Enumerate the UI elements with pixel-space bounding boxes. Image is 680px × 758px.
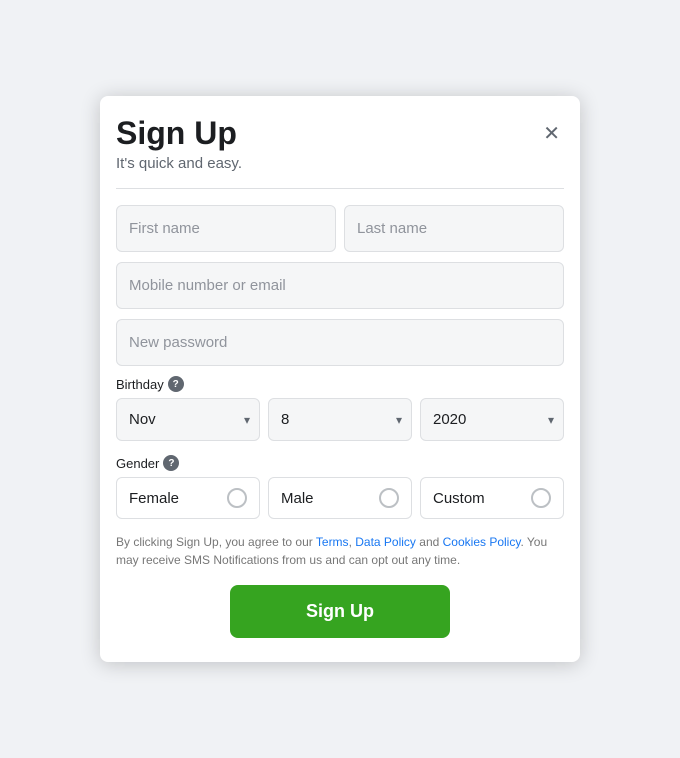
signup-button[interactable]: Sign Up [230, 585, 450, 638]
month-select[interactable]: Nov JanFebMar AprMayJun JulAugSep OctDec [116, 398, 260, 441]
close-icon: ✕ [543, 123, 560, 145]
gender-male-option[interactable]: Male [268, 477, 412, 519]
gender-help-icon[interactable]: ? [163, 455, 179, 471]
day-select[interactable]: 8 1234 5679 101112 [268, 398, 412, 441]
header-text: Sign Up It's quick and easy. [116, 116, 242, 172]
gender-section: Gender ? Female Male Custom [116, 455, 564, 519]
password-input[interactable] [116, 319, 564, 366]
gender-female-option[interactable]: Female [116, 477, 260, 519]
gender-options: Female Male Custom [116, 477, 564, 519]
gender-male-radio[interactable] [379, 488, 399, 508]
gender-female-radio[interactable] [227, 488, 247, 508]
email-row [116, 262, 564, 309]
cookies-link[interactable]: Cookies Policy [443, 535, 521, 549]
month-wrapper: Nov JanFebMar AprMayJun JulAugSep OctDec… [116, 398, 260, 441]
terms-link[interactable]: Terms [316, 535, 349, 549]
name-row [116, 205, 564, 252]
gender-female-label: Female [129, 490, 179, 507]
modal-header: Sign Up It's quick and easy. ✕ [116, 116, 564, 189]
modal-title: Sign Up [116, 116, 242, 151]
legal-text: By clicking Sign Up, you agree to our Te… [116, 533, 564, 569]
birthday-selects: Nov JanFebMar AprMayJun JulAugSep OctDec… [116, 398, 564, 441]
signup-form: Birthday ? Nov JanFebMar AprMayJun JulAu… [116, 205, 564, 638]
mobile-email-input[interactable] [116, 262, 564, 309]
modal-subtitle: It's quick and easy. [116, 155, 242, 172]
birthday-label: Birthday ? [116, 376, 564, 392]
close-button[interactable]: ✕ [539, 120, 564, 148]
birthday-section: Birthday ? Nov JanFebMar AprMayJun JulAu… [116, 376, 564, 441]
day-wrapper: 8 1234 5679 101112 ▾ [268, 398, 412, 441]
last-name-input[interactable] [344, 205, 564, 252]
legal-prefix: By clicking Sign Up, you agree to our [116, 535, 316, 549]
birthday-help-icon[interactable]: ? [168, 376, 184, 392]
legal-middle2: and [416, 535, 443, 549]
gender-custom-option[interactable]: Custom [420, 477, 564, 519]
gender-label: Gender ? [116, 455, 564, 471]
signup-modal: Sign Up It's quick and easy. ✕ Birthday … [100, 96, 580, 662]
gender-male-label: Male [281, 490, 314, 507]
password-row [116, 319, 564, 366]
gender-custom-radio[interactable] [531, 488, 551, 508]
first-name-input[interactable] [116, 205, 336, 252]
year-select[interactable]: 2020 201920182017 201620152010 200520001… [420, 398, 564, 441]
gender-custom-label: Custom [433, 490, 485, 507]
data-policy-link[interactable]: Data Policy [355, 535, 416, 549]
year-wrapper: 2020 201920182017 201620152010 200520001… [420, 398, 564, 441]
